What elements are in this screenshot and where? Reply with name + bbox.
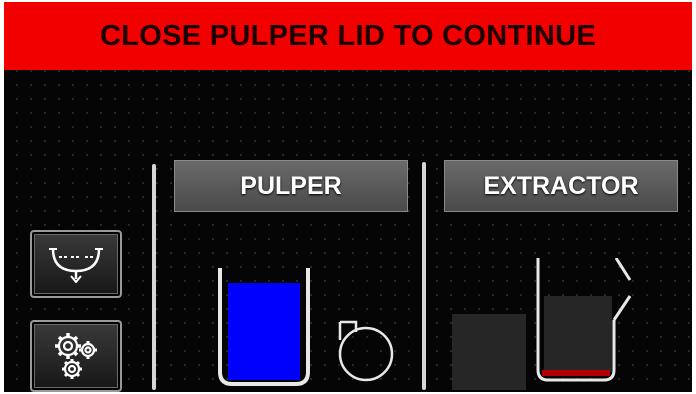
tank-drain-icon [47,241,105,288]
tab-pulper[interactable]: PULPER [174,160,408,212]
extractor-fill-level [542,370,610,376]
center-divider [422,162,426,390]
alert-banner: CLOSE PULPER LID TO CONTINUE [4,2,692,70]
tab-extractor-label: EXTRACTOR [483,171,639,200]
left-divider [152,164,156,390]
pump-icon [338,320,394,382]
settings-button[interactable] [30,320,122,392]
pulper-tank [218,268,310,386]
drain-button[interactable] [30,230,122,298]
extractor-tank [536,258,632,382]
tab-extractor[interactable]: EXTRACTOR [444,160,678,212]
extractor-panel-left [452,314,526,390]
alert-message: CLOSE PULPER LID TO CONTINUE [99,19,597,52]
lid-open-icon [612,258,632,321]
gears-icon [46,326,106,387]
hmi-screen: CLOSE PULPER LID TO CONTINUE PULPER EXTR… [4,2,692,392]
pulper-fill-level [228,283,300,380]
tab-pulper-label: PULPER [240,171,342,200]
